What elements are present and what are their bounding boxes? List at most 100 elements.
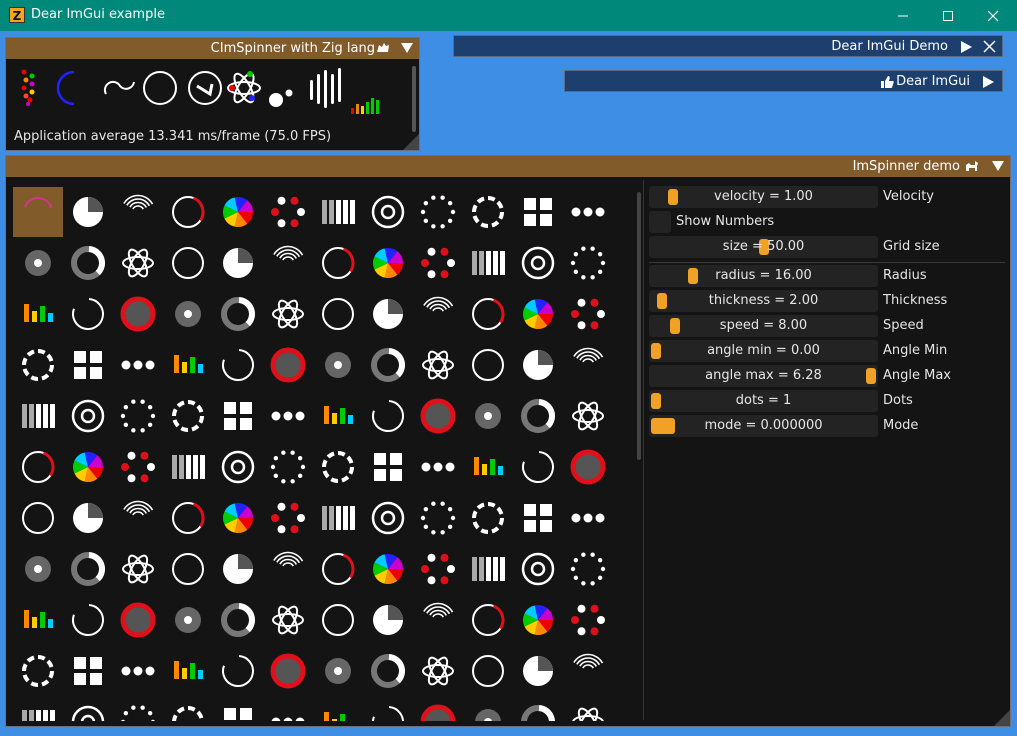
spinner-cell[interactable] [363,238,413,288]
spinner-cell[interactable] [513,493,563,543]
spinner-cell[interactable] [413,544,463,594]
spinner-cell[interactable] [63,544,113,594]
spinner-cell[interactable] [113,187,163,237]
spinner-cell[interactable] [13,493,63,543]
spinner-cell[interactable] [213,544,263,594]
mode-slider[interactable]: mode = 0.000000 [649,415,878,437]
spinner-cell[interactable] [313,544,363,594]
spinner-cell[interactable] [313,187,363,237]
spinner-cell[interactable] [163,238,213,288]
spinner-cell[interactable] [213,595,263,645]
spinner-cell[interactable] [13,697,63,721]
spinner-cell[interactable] [263,340,313,390]
zig-window-scrollbar[interactable] [412,66,416,132]
spinner-cell[interactable] [263,595,313,645]
resize-grip[interactable] [403,134,419,150]
spinner-cell[interactable] [463,697,513,721]
spinner-cell[interactable] [213,391,263,441]
spinner-cell[interactable] [363,289,413,339]
minimize-button[interactable] [880,0,926,31]
spinner-cell[interactable] [13,646,63,696]
spinner-cell[interactable] [63,289,113,339]
spinner-cell[interactable] [13,238,63,288]
spinner-cell[interactable] [563,187,613,237]
os-title-bar[interactable]: Z Dear ImGui example [0,0,1017,31]
spinner-cell[interactable] [113,238,163,288]
spinner-cell[interactable] [213,493,263,543]
spinner-cell[interactable] [413,697,463,721]
expand-arrow-icon[interactable] [961,41,972,53]
spinner-cell[interactable] [63,697,113,721]
velocity-slider[interactable]: velocity = 1.00 [649,186,878,208]
spinner-cell[interactable] [163,493,213,543]
spinner-cell[interactable] [63,187,113,237]
speed-slider[interactable]: speed = 8.00 [649,315,878,337]
spinner-cell[interactable] [13,442,63,492]
spinner-cell[interactable] [563,442,613,492]
spinner-cell[interactable] [463,289,513,339]
spinner-cell[interactable] [463,493,513,543]
spinner-cell[interactable] [413,595,463,645]
imspinner-demo-window[interactable]: ImSpinner demo velocity = 1.00 Velocity Sh… [5,155,1011,727]
spinner-cell[interactable] [113,646,163,696]
spinner-cell[interactable] [213,238,263,288]
collapse-triangle-icon[interactable] [992,161,1004,171]
spinner-cell[interactable] [313,340,363,390]
spinner-cell[interactable] [213,697,263,721]
spinner-cell[interactable] [263,493,313,543]
spinner-cell[interactable] [513,697,563,721]
spinner-cell[interactable] [213,187,263,237]
spinner-cell[interactable] [563,391,613,441]
imgui-demo-window-collapsed[interactable]: Dear ImGui Demo [453,35,1003,57]
spinner-cell[interactable] [563,493,613,543]
spinner-cell[interactable] [13,595,63,645]
spinner-cell[interactable] [363,493,413,543]
dots-slider[interactable]: dots = 1 [649,390,878,412]
spinner-cell[interactable] [413,340,463,390]
spinner-cell[interactable] [113,493,163,543]
spinner-cell[interactable] [413,493,463,543]
spinner-cell[interactable] [513,595,563,645]
spinner-cell[interactable] [363,544,413,594]
spinner-cell[interactable] [563,340,613,390]
spinner-cell[interactable] [463,340,513,390]
spinner-cell[interactable] [263,697,313,721]
spinner-cell[interactable] [363,646,413,696]
spinner-cell[interactable] [13,340,63,390]
spinner-cell[interactable] [313,391,363,441]
spinner-cell[interactable] [63,595,113,645]
angle-min-slider[interactable]: angle min = 0.00 [649,340,878,362]
spinner-cell[interactable] [63,493,113,543]
spinner-grid-scrollbar[interactable] [637,192,641,460]
spinner-cell[interactable] [263,442,313,492]
spinner-cell[interactable] [113,442,163,492]
spinner-cell[interactable] [313,442,363,492]
spinner-cell[interactable] [163,646,213,696]
spinner-cell[interactable] [413,238,463,288]
spinner-cell[interactable] [213,340,263,390]
grid-size-slider[interactable]: size = 50.00 [649,236,878,258]
spinner-cell[interactable] [163,697,213,721]
spinner-cell[interactable] [163,187,213,237]
spinner-cell[interactable] [413,187,463,237]
spinner-cell[interactable] [113,340,163,390]
spinner-cell[interactable] [413,442,463,492]
spinner-cell[interactable] [263,544,313,594]
spinner-cell[interactable] [113,595,163,645]
spinner-cell[interactable] [363,187,413,237]
spinner-cell[interactable] [413,646,463,696]
spinner-cell[interactable] [363,391,413,441]
spinner-cell[interactable] [463,544,513,594]
spinner-cell[interactable] [313,646,363,696]
resize-grip[interactable] [994,710,1010,726]
close-button[interactable] [970,0,1016,31]
spinner-cell[interactable] [313,595,363,645]
spinner-cell[interactable] [563,646,613,696]
spinner-cell[interactable] [413,289,463,339]
imgui-window-collapsed[interactable]: Dear ImGui [564,70,1003,92]
spinner-cell[interactable] [263,391,313,441]
maximize-button[interactable] [925,0,971,31]
spinner-cell[interactable] [363,340,413,390]
spinner-cell[interactable] [463,595,513,645]
close-icon[interactable] [983,40,996,53]
